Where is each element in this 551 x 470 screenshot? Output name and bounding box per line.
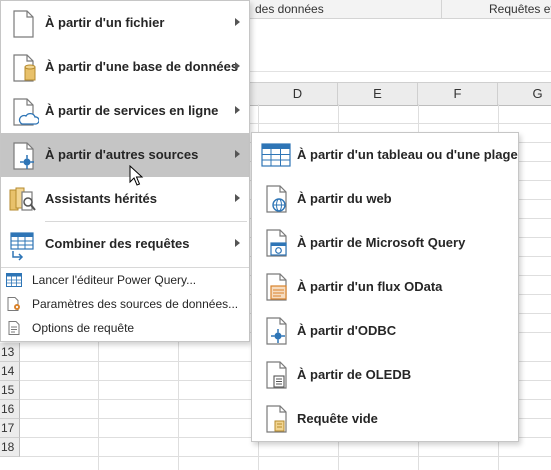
menu-item-data-source-settings[interactable]: Paramètres des sources de données... xyxy=(1,293,249,315)
column-header-e[interactable]: E xyxy=(338,83,418,105)
grid-line xyxy=(20,456,551,457)
submenu-item-label: À partir du web xyxy=(297,191,392,206)
blank-query-icon xyxy=(266,405,287,433)
row-header-17[interactable]: 17 xyxy=(0,419,20,438)
data-source-settings-icon xyxy=(7,297,20,311)
submenu-item-from-web[interactable]: À partir du web xyxy=(252,177,518,221)
menu-item-from-online-services[interactable]: À partir de services en ligne xyxy=(1,89,249,133)
ribbon-separator xyxy=(441,0,442,18)
menu-item-label: À partir de services en ligne xyxy=(45,103,219,118)
odata-feed-icon xyxy=(266,273,287,301)
menu-item-label: À partir d'autres sources xyxy=(45,147,199,162)
menu-item-label: Lancer l'éditeur Power Query... xyxy=(32,273,197,287)
get-data-menu: À partir d'un fichier À partir d'une bas… xyxy=(0,0,250,342)
chevron-right-icon xyxy=(235,18,240,26)
chevron-right-icon xyxy=(235,194,240,202)
submenu-item-label: Requête vide xyxy=(297,411,378,426)
file-icon xyxy=(13,10,34,38)
submenu-item-label: À partir d'un flux OData xyxy=(297,279,443,294)
submenu-item-label: À partir de OLEDB xyxy=(297,367,412,382)
query-options-icon xyxy=(8,321,20,335)
mouse-cursor-icon xyxy=(129,165,144,186)
menu-divider xyxy=(1,267,249,268)
row-header-16[interactable]: 16 xyxy=(0,400,20,419)
menu-item-label: Paramètres des sources de données... xyxy=(32,297,239,311)
menu-item-query-options[interactable]: Options de requête xyxy=(1,317,249,339)
menu-item-launch-power-query[interactable]: Lancer l'éditeur Power Query... xyxy=(1,269,249,291)
ribbon-group-label: Requêtes et xyxy=(489,2,551,16)
row-header-13[interactable]: 13 xyxy=(0,343,20,362)
power-query-editor-icon xyxy=(6,273,22,287)
microsoft-query-icon xyxy=(266,229,287,257)
menu-item-legacy-wizards[interactable]: Assistants hérités xyxy=(1,177,249,221)
submenu-item-from-table-range[interactable]: À partir d'un tableau ou d'une plage xyxy=(252,133,518,177)
combine-tables-icon xyxy=(10,232,34,261)
submenu-item-label: À partir d'ODBC xyxy=(297,323,397,338)
ribbon-group-label: des données xyxy=(255,2,324,16)
column-header-g[interactable]: G xyxy=(498,83,551,105)
other-sources-submenu: À partir d'un tableau ou d'une plage À p… xyxy=(251,132,519,442)
menu-item-from-database[interactable]: À partir d'une base de données xyxy=(1,45,249,89)
submenu-item-from-odbc[interactable]: À partir d'ODBC xyxy=(252,309,518,353)
chevron-right-icon xyxy=(235,239,240,247)
submenu-item-label: À partir de Microsoft Query xyxy=(297,235,466,250)
cloud-file-icon xyxy=(13,98,39,126)
submenu-item-from-odata-feed[interactable]: À partir d'un flux OData xyxy=(252,265,518,309)
row-header-18[interactable]: 18 xyxy=(0,438,20,457)
menu-item-label: Combiner des requêtes xyxy=(45,236,190,251)
column-header-d[interactable]: D xyxy=(258,83,338,105)
menu-item-label: Options de requête xyxy=(32,321,135,335)
column-header-f[interactable]: F xyxy=(418,83,498,105)
database-file-icon xyxy=(13,54,36,82)
web-globe-icon xyxy=(266,185,287,213)
submenu-item-from-oledb[interactable]: À partir de OLEDB xyxy=(252,353,518,397)
table-icon xyxy=(261,143,291,167)
submenu-item-label: À partir d'un tableau ou d'une plage xyxy=(297,147,518,162)
menu-item-from-file[interactable]: À partir d'un fichier xyxy=(1,1,249,45)
oledb-icon xyxy=(266,361,287,389)
other-sources-icon xyxy=(13,142,34,170)
row-header-15[interactable]: 15 xyxy=(0,381,20,400)
odbc-connector-icon xyxy=(266,317,287,345)
submenu-item-from-microsoft-query[interactable]: À partir de Microsoft Query xyxy=(252,221,518,265)
chevron-right-icon xyxy=(235,62,240,70)
submenu-item-blank-query[interactable]: Requête vide xyxy=(252,397,518,441)
legacy-wizard-icon xyxy=(9,187,36,211)
chevron-right-icon xyxy=(235,106,240,114)
menu-item-from-other-sources[interactable]: À partir d'autres sources xyxy=(1,133,249,177)
menu-item-combine-queries[interactable]: Combiner des requêtes xyxy=(1,222,249,266)
menu-item-label: À partir d'une base de données xyxy=(45,59,239,74)
chevron-right-icon xyxy=(235,150,240,158)
row-header-14[interactable]: 14 xyxy=(0,362,20,381)
menu-item-label: À partir d'un fichier xyxy=(45,15,165,30)
